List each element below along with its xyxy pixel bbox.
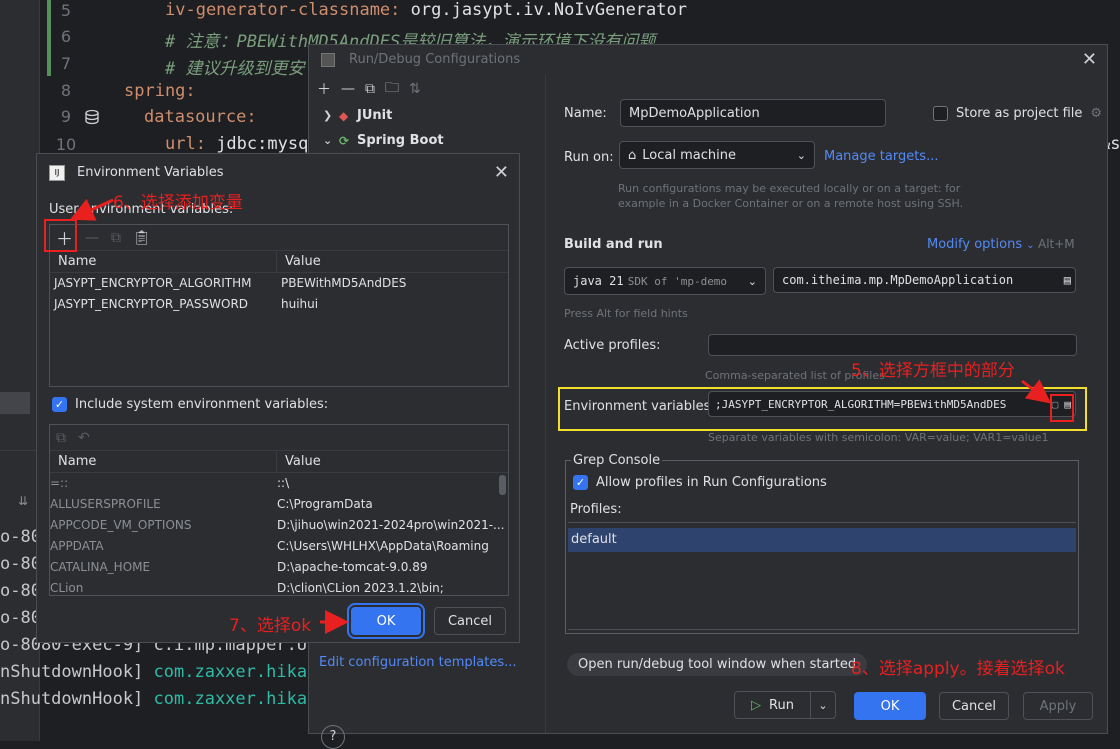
arrow-step5 — [1021, 379, 1052, 404]
arrow-step6 — [69, 198, 114, 221]
annotation-arrows — [69, 198, 1052, 634]
